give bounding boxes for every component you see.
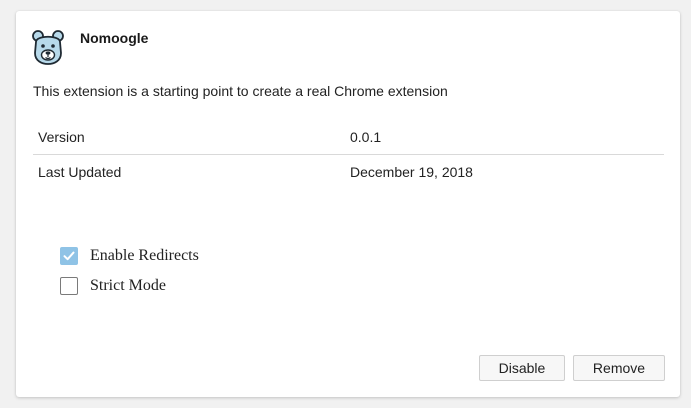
info-row-version: Version 0.0.1 [33, 120, 664, 155]
extension-name: Nomoogle [80, 30, 149, 46]
version-label: Version [38, 129, 85, 145]
enable-redirects-option[interactable]: Enable Redirects [60, 241, 199, 271]
last-updated-value: December 19, 2018 [350, 164, 473, 180]
info-row-last-updated: Last Updated December 19, 2018 [33, 155, 664, 189]
extension-description: This extension is a starting point to cr… [33, 83, 448, 99]
enable-redirects-checkbox[interactable] [60, 247, 78, 265]
extension-options: Enable Redirects Strict Mode [60, 241, 199, 301]
extension-card: Nomoogle This extension is a starting po… [16, 11, 680, 397]
disable-button[interactable]: Disable [479, 355, 565, 381]
enable-redirects-label: Enable Redirects [90, 247, 199, 264]
remove-button[interactable]: Remove [573, 355, 665, 381]
polar-bear-icon [32, 30, 64, 65]
checkmark-icon [63, 251, 75, 261]
version-value: 0.0.1 [350, 129, 382, 145]
last-updated-label: Last Updated [38, 164, 122, 180]
strict-mode-label: Strict Mode [90, 277, 166, 294]
strict-mode-checkbox[interactable] [60, 277, 78, 295]
extension-info-table: Version 0.0.1 Last Updated December 19, … [33, 120, 664, 189]
strict-mode-option[interactable]: Strict Mode [60, 271, 199, 301]
